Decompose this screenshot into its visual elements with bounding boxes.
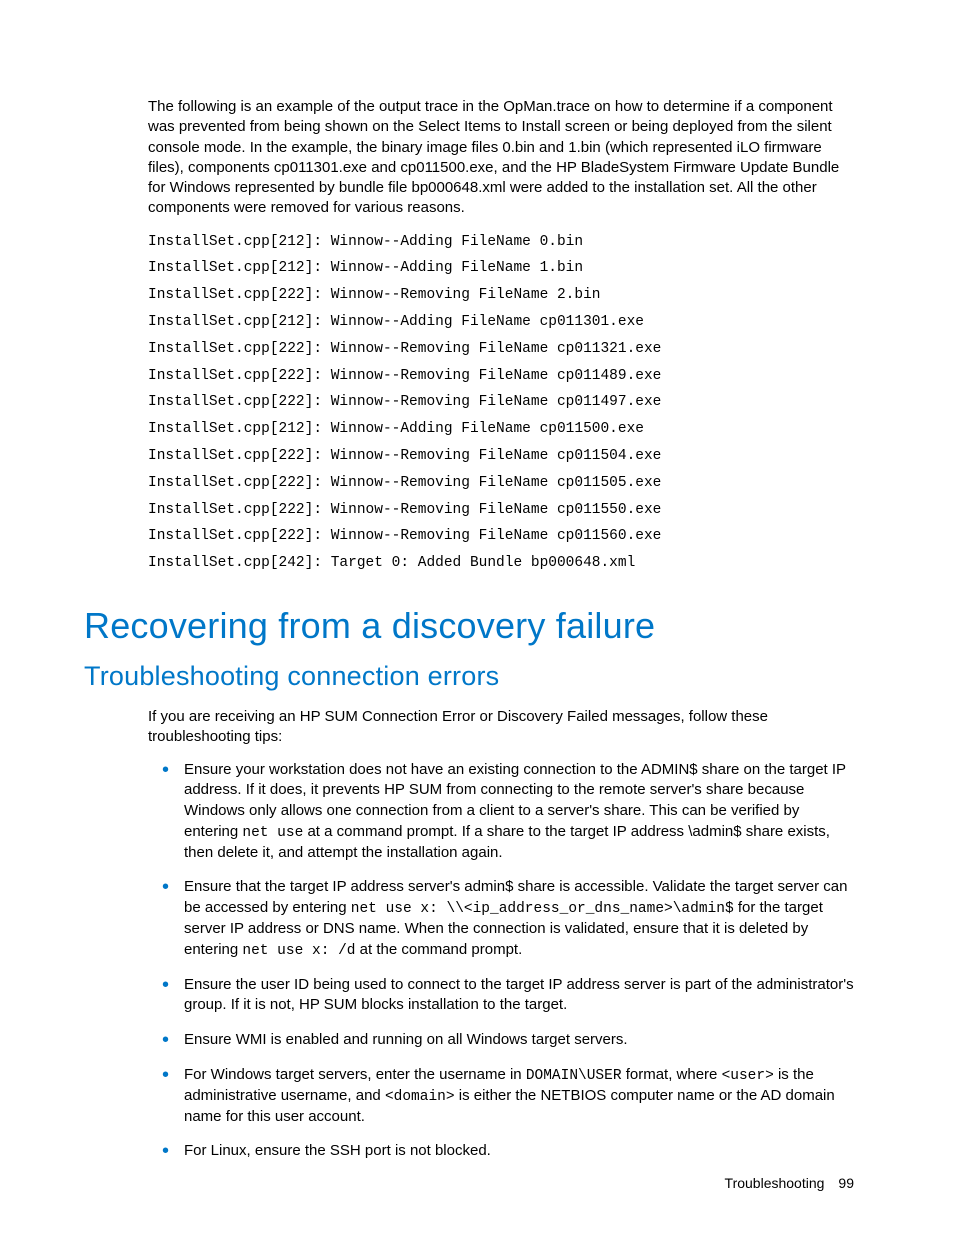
text: For Windows target servers, enter the us… [184,1066,526,1083]
code: net use x: \\<ip_address_or_dns_name>\ad… [351,901,734,917]
troubleshooting-list: Ensure your workstation does not have an… [148,760,854,1163]
list-item: For Linux, ensure the SSH port is not bl… [184,1141,854,1162]
list-item: Ensure the user ID being used to connect… [184,975,854,1016]
text: Ensure WMI is enabled and running on all… [184,1031,628,1048]
page-footer: Troubleshooting 99 [725,1175,854,1191]
code: net use [242,825,303,841]
code: net use x: /d [242,943,355,959]
heading-recovering: Recovering from a discovery failure [84,605,854,647]
trace-output: InstallSet.cpp[212]: Winnow--Adding File… [148,229,854,578]
list-item: Ensure WMI is enabled and running on all… [184,1030,854,1051]
code: <user> [722,1068,774,1084]
footer-page-number: 99 [838,1175,854,1191]
lead-paragraph: If you are receiving an HP SUM Connectio… [148,707,854,748]
text: at the command prompt. [356,941,523,958]
footer-section: Troubleshooting [725,1175,825,1191]
code: <domain> [385,1089,455,1105]
list-item: Ensure that the target IP address server… [184,877,854,960]
text: format, where [622,1066,722,1083]
intro-paragraph: The following is an example of the outpu… [148,97,854,219]
code: DOMAIN\USER [526,1068,622,1084]
list-item: For Windows target servers, enter the us… [184,1065,854,1128]
list-item: Ensure your workstation does not have an… [184,760,854,864]
heading-troubleshooting: Troubleshooting connection errors [84,661,854,692]
text: Ensure the user ID being used to connect… [184,976,854,1014]
text: For Linux, ensure the SSH port is not bl… [184,1142,491,1159]
